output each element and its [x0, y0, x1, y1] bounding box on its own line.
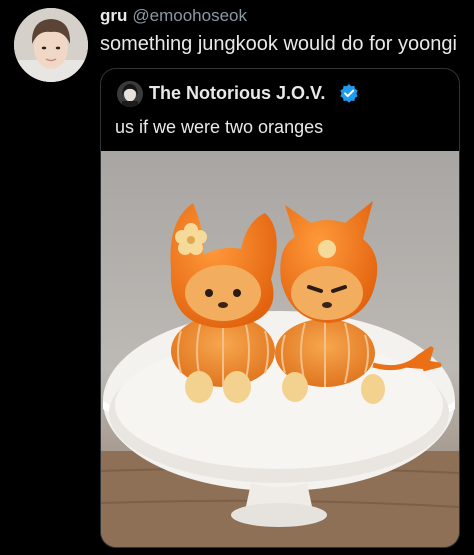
quoted-tweet-text: us if we were two oranges: [115, 117, 324, 137]
quoted-display-name[interactable]: The Notorious J.O.V.: [149, 82, 325, 104]
tweet[interactable]: gru @emoohoseok something jungkook would …: [0, 0, 474, 555]
quoted-tweet-photo[interactable]: [101, 151, 459, 547]
verified-badge-icon: [339, 83, 359, 103]
quoted-tweet[interactable]: The Notorious J.O.V. us if we were two o…: [100, 68, 460, 548]
user-avatar[interactable]: [14, 8, 88, 82]
user-handle[interactable]: @emoohoseok: [132, 6, 247, 25]
tweet-header: gru @emoohoseok: [100, 5, 247, 27]
display-name[interactable]: gru: [100, 6, 127, 25]
tweet-text: something jungkook would do for yoongi: [100, 33, 457, 55]
quoted-user-avatar[interactable]: [117, 81, 143, 107]
